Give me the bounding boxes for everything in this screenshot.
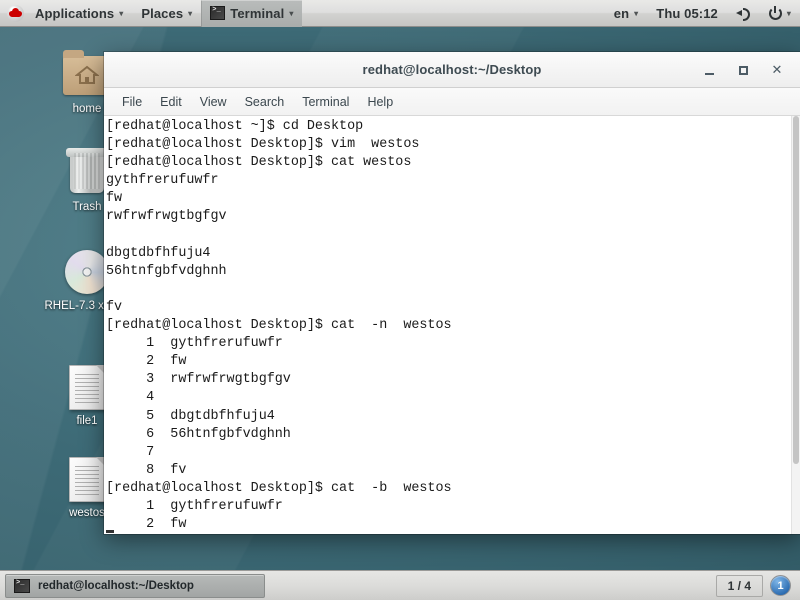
terminal-output-area[interactable]: [redhat@localhost ~]$ cd Desktop [redhat… [104,116,800,534]
volume-button[interactable] [727,0,760,27]
top-panel-status-area: en ▾ Thu 05:12 ▾ [605,0,800,27]
applications-menu[interactable]: Applications ▾ [26,0,132,27]
terminal-window[interactable]: redhat@localhost:~/Desktop ✕ File Edit V… [104,52,800,534]
terminal-icon [14,578,30,593]
terminal-cursor [106,530,114,533]
power-icon [768,5,782,20]
bottom-panel: redhat@localhost:~/Desktop 1 / 4 1 [0,570,800,600]
minimize-button[interactable] [692,55,726,85]
chevron-down-icon: ▾ [634,9,639,18]
menu-file[interactable]: File [113,92,151,112]
house-glyph-icon [75,65,99,84]
keyboard-layout-label: en [613,5,630,21]
clock-label: Thu 05:12 [656,5,718,21]
notification-badge[interactable]: 1 [770,575,791,596]
places-menu-label: Places [141,5,184,21]
system-menu-button[interactable]: ▾ [760,0,800,27]
menu-terminal[interactable]: Terminal [293,92,358,112]
workspace-switcher[interactable]: 1 / 4 [715,574,763,597]
menu-search[interactable]: Search [236,92,294,112]
active-window-menu-terminal[interactable]: Terminal ▾ [201,0,303,27]
terminal-icon [210,6,226,20]
menu-edit[interactable]: Edit [151,92,191,112]
window-titlebar[interactable]: redhat@localhost:~/Desktop ✕ [104,52,800,88]
maximize-button[interactable] [726,55,760,85]
taskbar-item-terminal[interactable]: redhat@localhost:~/Desktop [5,573,265,598]
scrollbar-thumb[interactable] [793,116,799,464]
keyboard-layout-indicator[interactable]: en ▾ [605,0,648,27]
top-panel: Applications ▾ Places ▾ Terminal ▾ en ▾ … [0,0,800,27]
chevron-down-icon: ▾ [119,9,124,18]
terminal-scrollbar[interactable] [791,116,800,534]
chevron-down-icon: ▾ [289,9,294,18]
chevron-down-icon: ▾ [786,9,791,18]
bottom-panel-right: 1 / 4 1 [715,574,795,597]
places-menu[interactable]: Places ▾ [132,0,201,27]
redhat-logo-icon [7,4,24,22]
taskbar-item-label: redhat@localhost:~/Desktop [38,579,194,592]
applications-menu-label: Applications [35,5,115,21]
active-window-label: Terminal [230,5,285,21]
close-button[interactable]: ✕ [760,55,794,85]
window-controls: ✕ [692,52,794,88]
terminal-menubar: File Edit View Search Terminal Help [104,88,800,116]
volume-icon [735,6,751,21]
chevron-down-icon: ▾ [188,9,193,18]
terminal-text: [redhat@localhost ~]$ cd Desktop [redhat… [106,119,452,533]
menu-view[interactable]: View [191,92,236,112]
clock[interactable]: Thu 05:12 [647,0,727,27]
window-title: redhat@localhost:~/Desktop [362,62,542,77]
menu-help[interactable]: Help [358,92,402,112]
